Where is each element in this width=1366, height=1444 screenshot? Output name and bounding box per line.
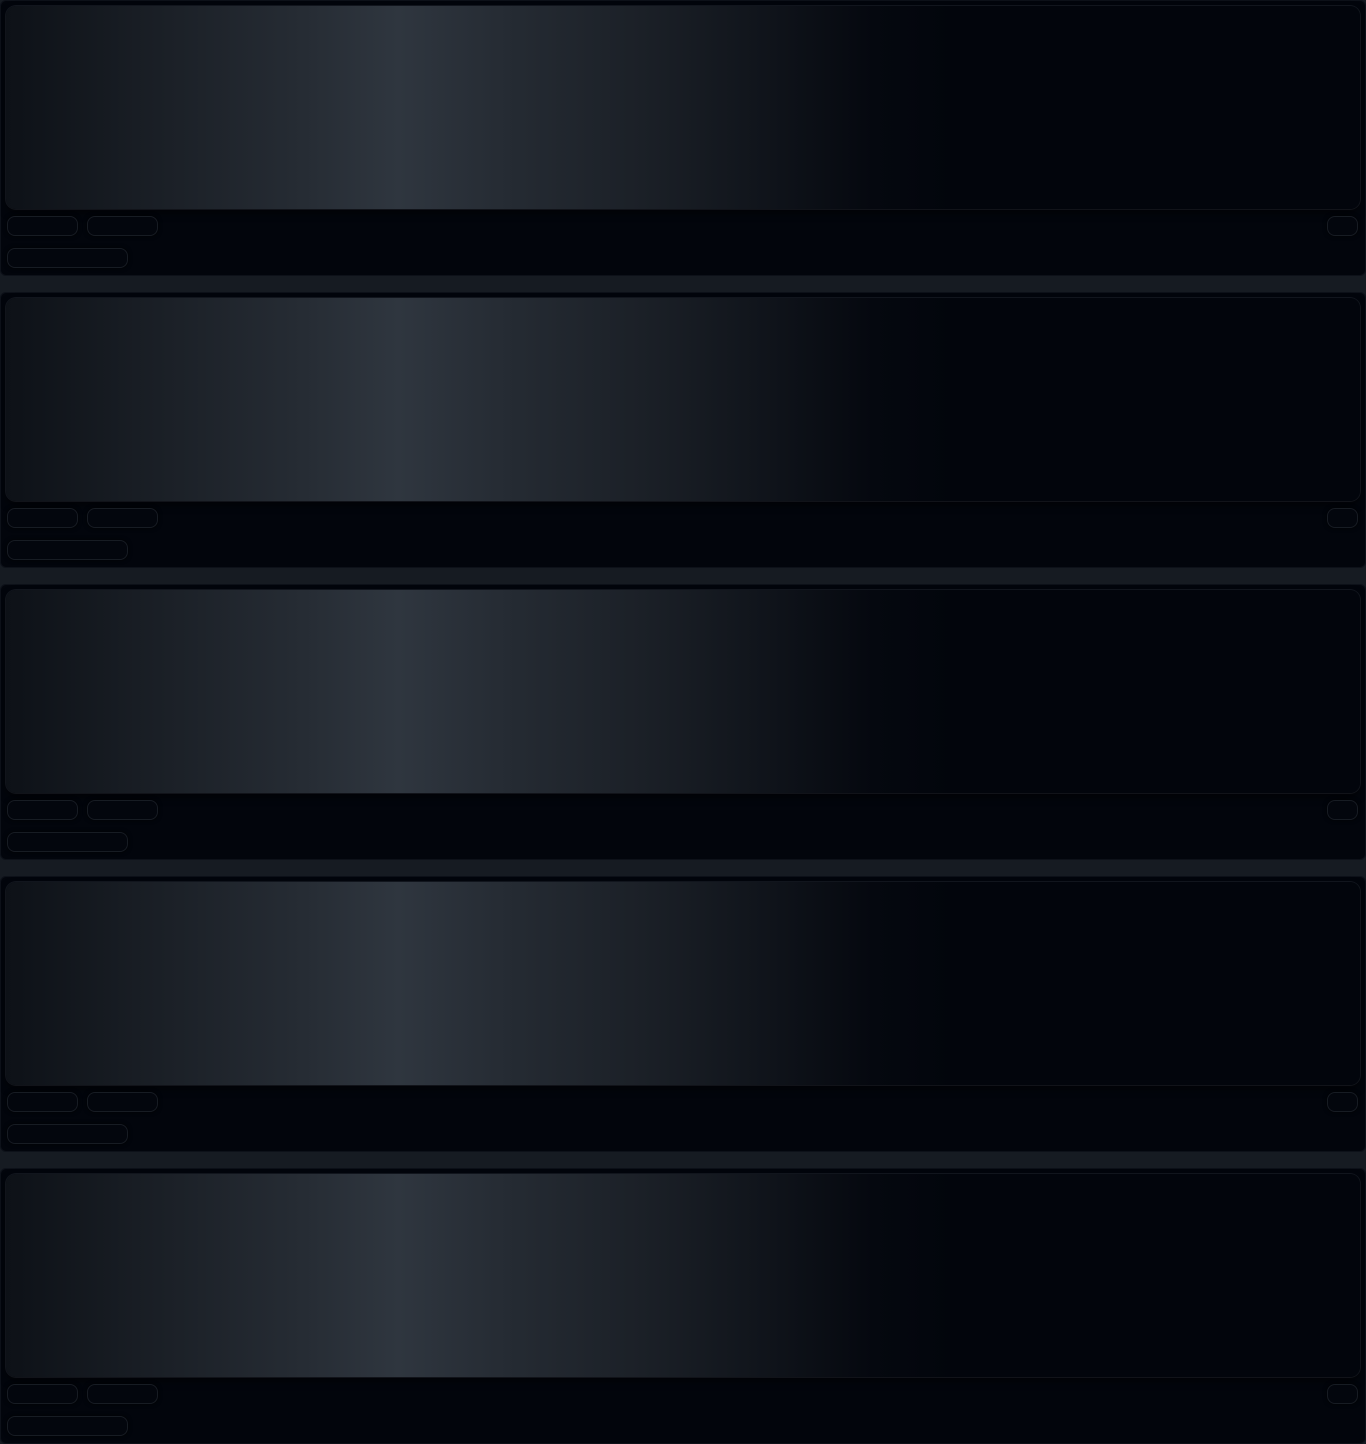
skeleton-action-placeholder [1327,800,1358,820]
skeleton-feed [0,0,1366,1444]
skeleton-tag-placeholder [7,800,78,820]
skeleton-image-placeholder [6,882,1360,1085]
skeleton-image-placeholder [6,6,1360,209]
skeleton-tag-placeholder [87,1384,158,1404]
skeleton-tag-placeholder [7,1384,78,1404]
skeleton-card [0,1168,1366,1444]
skeleton-action-placeholder [1327,216,1358,236]
skeleton-image-placeholder [6,298,1360,501]
skeleton-tag-placeholder [7,508,78,528]
skeleton-action-placeholder [1327,1384,1358,1404]
skeleton-text-placeholder [7,832,128,852]
skeleton-card [0,0,1366,276]
skeleton-text-placeholder [7,540,128,560]
skeleton-action-placeholder [1327,508,1358,528]
skeleton-image-placeholder [6,1174,1360,1377]
skeleton-tag-placeholder [87,508,158,528]
skeleton-action-placeholder [1327,1092,1358,1112]
skeleton-tag-placeholder [87,800,158,820]
skeleton-tag-placeholder [7,216,78,236]
skeleton-text-placeholder [7,1416,128,1436]
skeleton-image-placeholder [6,590,1360,793]
skeleton-card [0,584,1366,860]
skeleton-tag-placeholder [87,216,158,236]
skeleton-text-placeholder [7,248,128,268]
skeleton-text-placeholder [7,1124,128,1144]
skeleton-tag-placeholder [87,1092,158,1112]
skeleton-card [0,876,1366,1152]
skeleton-card [0,292,1366,568]
skeleton-tag-placeholder [7,1092,78,1112]
